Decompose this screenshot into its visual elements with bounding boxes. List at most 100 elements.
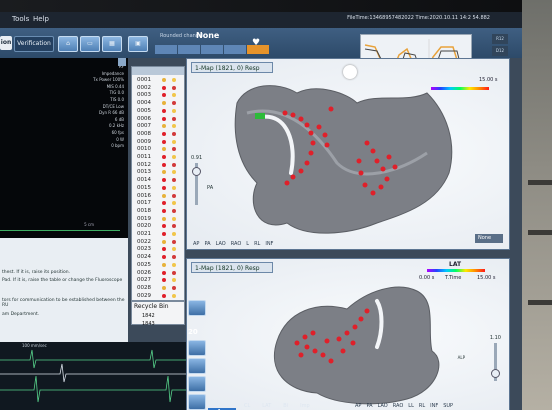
view-pa[interactable]: PA	[204, 241, 210, 247]
point-tag-icon	[172, 285, 176, 290]
point-tag-icon	[172, 108, 176, 113]
point-tag-icon	[172, 170, 176, 175]
view-pa[interactable]: PA	[366, 403, 372, 409]
tool-icon[interactable]	[188, 340, 206, 356]
point-tag-icon	[172, 116, 176, 121]
point-status-icon	[162, 270, 166, 275]
monitor-button[interactable]: ▣	[128, 36, 148, 52]
tab-bi[interactable]: Bi	[283, 403, 288, 409]
point-row[interactable]: 0029	[132, 292, 184, 300]
readout: 60 fps	[111, 129, 124, 135]
point-tag-icon	[172, 247, 176, 252]
menu-help[interactable]: Help	[33, 15, 49, 23]
readout: Dyn R 66 dB	[99, 110, 124, 116]
recycle-item[interactable]: 1843	[142, 321, 155, 327]
point-status-icon	[162, 278, 166, 283]
point-status-icon	[162, 285, 166, 290]
point-status-icon	[162, 78, 166, 82]
settings-icon[interactable]	[118, 58, 126, 66]
recycle-item[interactable]: 1842	[142, 313, 155, 319]
view-lao[interactable]: LAO	[378, 403, 388, 409]
map-view-bottom[interactable]: 1-Map (1821, 0) Resp LAT 0.00 s T.Time 1…	[186, 258, 510, 410]
view-rao[interactable]: RAO	[393, 403, 404, 409]
segment-3[interactable]	[201, 45, 223, 54]
point-tag-icon	[172, 78, 176, 82]
slider-knob-top[interactable]	[192, 167, 201, 176]
time-value-top: 15.00 s	[479, 77, 498, 83]
point-tag-icon	[172, 255, 176, 260]
menu-bar: Tools Help FileTime:13468957482022 Time:…	[0, 12, 522, 28]
channel-segments[interactable]	[155, 45, 270, 54]
lat-label: LAT	[449, 261, 462, 268]
point-status-icon	[162, 93, 166, 98]
point-status-icon	[162, 247, 166, 252]
scale-label: 5 cm	[84, 222, 94, 227]
segment-5[interactable]	[247, 45, 269, 54]
readout: 6 dB	[114, 116, 124, 122]
tool-icon[interactable]	[188, 358, 206, 374]
tab-cl[interactable]: CL	[244, 403, 250, 409]
cursor-tool-icon[interactable]	[188, 300, 206, 316]
segment-1[interactable]	[155, 45, 177, 54]
readout: TIG 0.0	[109, 90, 124, 96]
map-dropdown-bottom[interactable]: 1-Map (1821, 0) Resp	[191, 262, 273, 273]
none-dropdown[interactable]: None	[475, 234, 503, 243]
readout: Impedance	[101, 70, 124, 76]
point-tag-icon	[172, 270, 176, 275]
point-tag-icon	[172, 293, 176, 298]
view-rl[interactable]: RL	[419, 403, 425, 409]
point-tag-icon	[172, 278, 176, 283]
readout: 0.2 kHz	[108, 123, 124, 129]
signal-button-2[interactable]: D12	[492, 46, 508, 56]
tab-verification[interactable]: Verification	[14, 36, 54, 52]
instruction-line: am Department.	[2, 312, 40, 317]
point-tag-icon	[172, 101, 176, 106]
view-lao[interactable]: LAO	[216, 241, 226, 247]
tab-active[interactable]: ion	[0, 36, 12, 50]
tab-lat[interactable]: LAT	[262, 403, 271, 409]
point-tag-icon	[172, 131, 176, 136]
segment-2[interactable]	[178, 45, 200, 54]
instruction-line: Pad. If it is, raise the table or change…	[2, 278, 123, 283]
point-list-header	[132, 67, 184, 75]
home-button[interactable]: ⌂	[58, 36, 78, 52]
view-l[interactable]: L	[246, 241, 249, 247]
view-ll[interactable]: LL	[408, 403, 414, 409]
segment-4[interactable]	[224, 45, 246, 54]
point-tag-icon	[172, 162, 176, 167]
point-status-icon	[162, 85, 166, 90]
point-tag-icon	[172, 232, 176, 236]
view-rl[interactable]: RL	[254, 241, 260, 247]
point-status-icon	[162, 216, 166, 221]
point-status-icon	[162, 208, 166, 213]
rounded-channel-value[interactable]: None	[196, 31, 219, 40]
point-status-icon	[162, 162, 166, 167]
recycle-bin-title: Recycle Bin	[134, 303, 169, 310]
readout: Tx Power 100%	[93, 77, 124, 83]
map-dropdown-top[interactable]: 1-Map (1821, 0) Resp	[191, 62, 273, 73]
view-inf[interactable]: INF	[430, 403, 438, 409]
view-ap[interactable]: AP	[193, 241, 199, 247]
signal-buttons: R12 D12	[482, 34, 508, 60]
view-sup[interactable]: SUP	[443, 403, 453, 409]
signal-button-1[interactable]: R12	[492, 34, 508, 44]
view-inf[interactable]: INF	[265, 241, 273, 247]
cardiac-map-bottom[interactable]	[257, 281, 467, 409]
view-rao[interactable]: RAO	[231, 241, 242, 247]
instruction-line: thest. If it is, raise its position.	[2, 270, 71, 275]
point-tag-icon	[172, 147, 176, 152]
tool-icon[interactable]	[188, 394, 206, 410]
readout: MIS 0.44	[106, 83, 124, 89]
slider-knob-bottom[interactable]	[491, 369, 500, 378]
point-status-icon	[162, 224, 166, 229]
tool-icon[interactable]	[188, 376, 206, 392]
zoom-value[interactable]: 20	[188, 328, 198, 336]
map-view-top[interactable]: 1-Map (1821, 0) Resp 15.00 s 0.91 PA AP P…	[186, 58, 510, 250]
layout-button[interactable]: ▦	[102, 36, 122, 52]
menu-tools[interactable]: Tools	[12, 15, 29, 23]
cardiac-map-top[interactable]	[227, 73, 467, 243]
save-button[interactable]: ▭	[80, 36, 100, 52]
view-ap[interactable]: AP	[355, 403, 361, 409]
tab-imp[interactable]: Imp	[300, 403, 310, 409]
point-status-icon	[162, 178, 166, 183]
